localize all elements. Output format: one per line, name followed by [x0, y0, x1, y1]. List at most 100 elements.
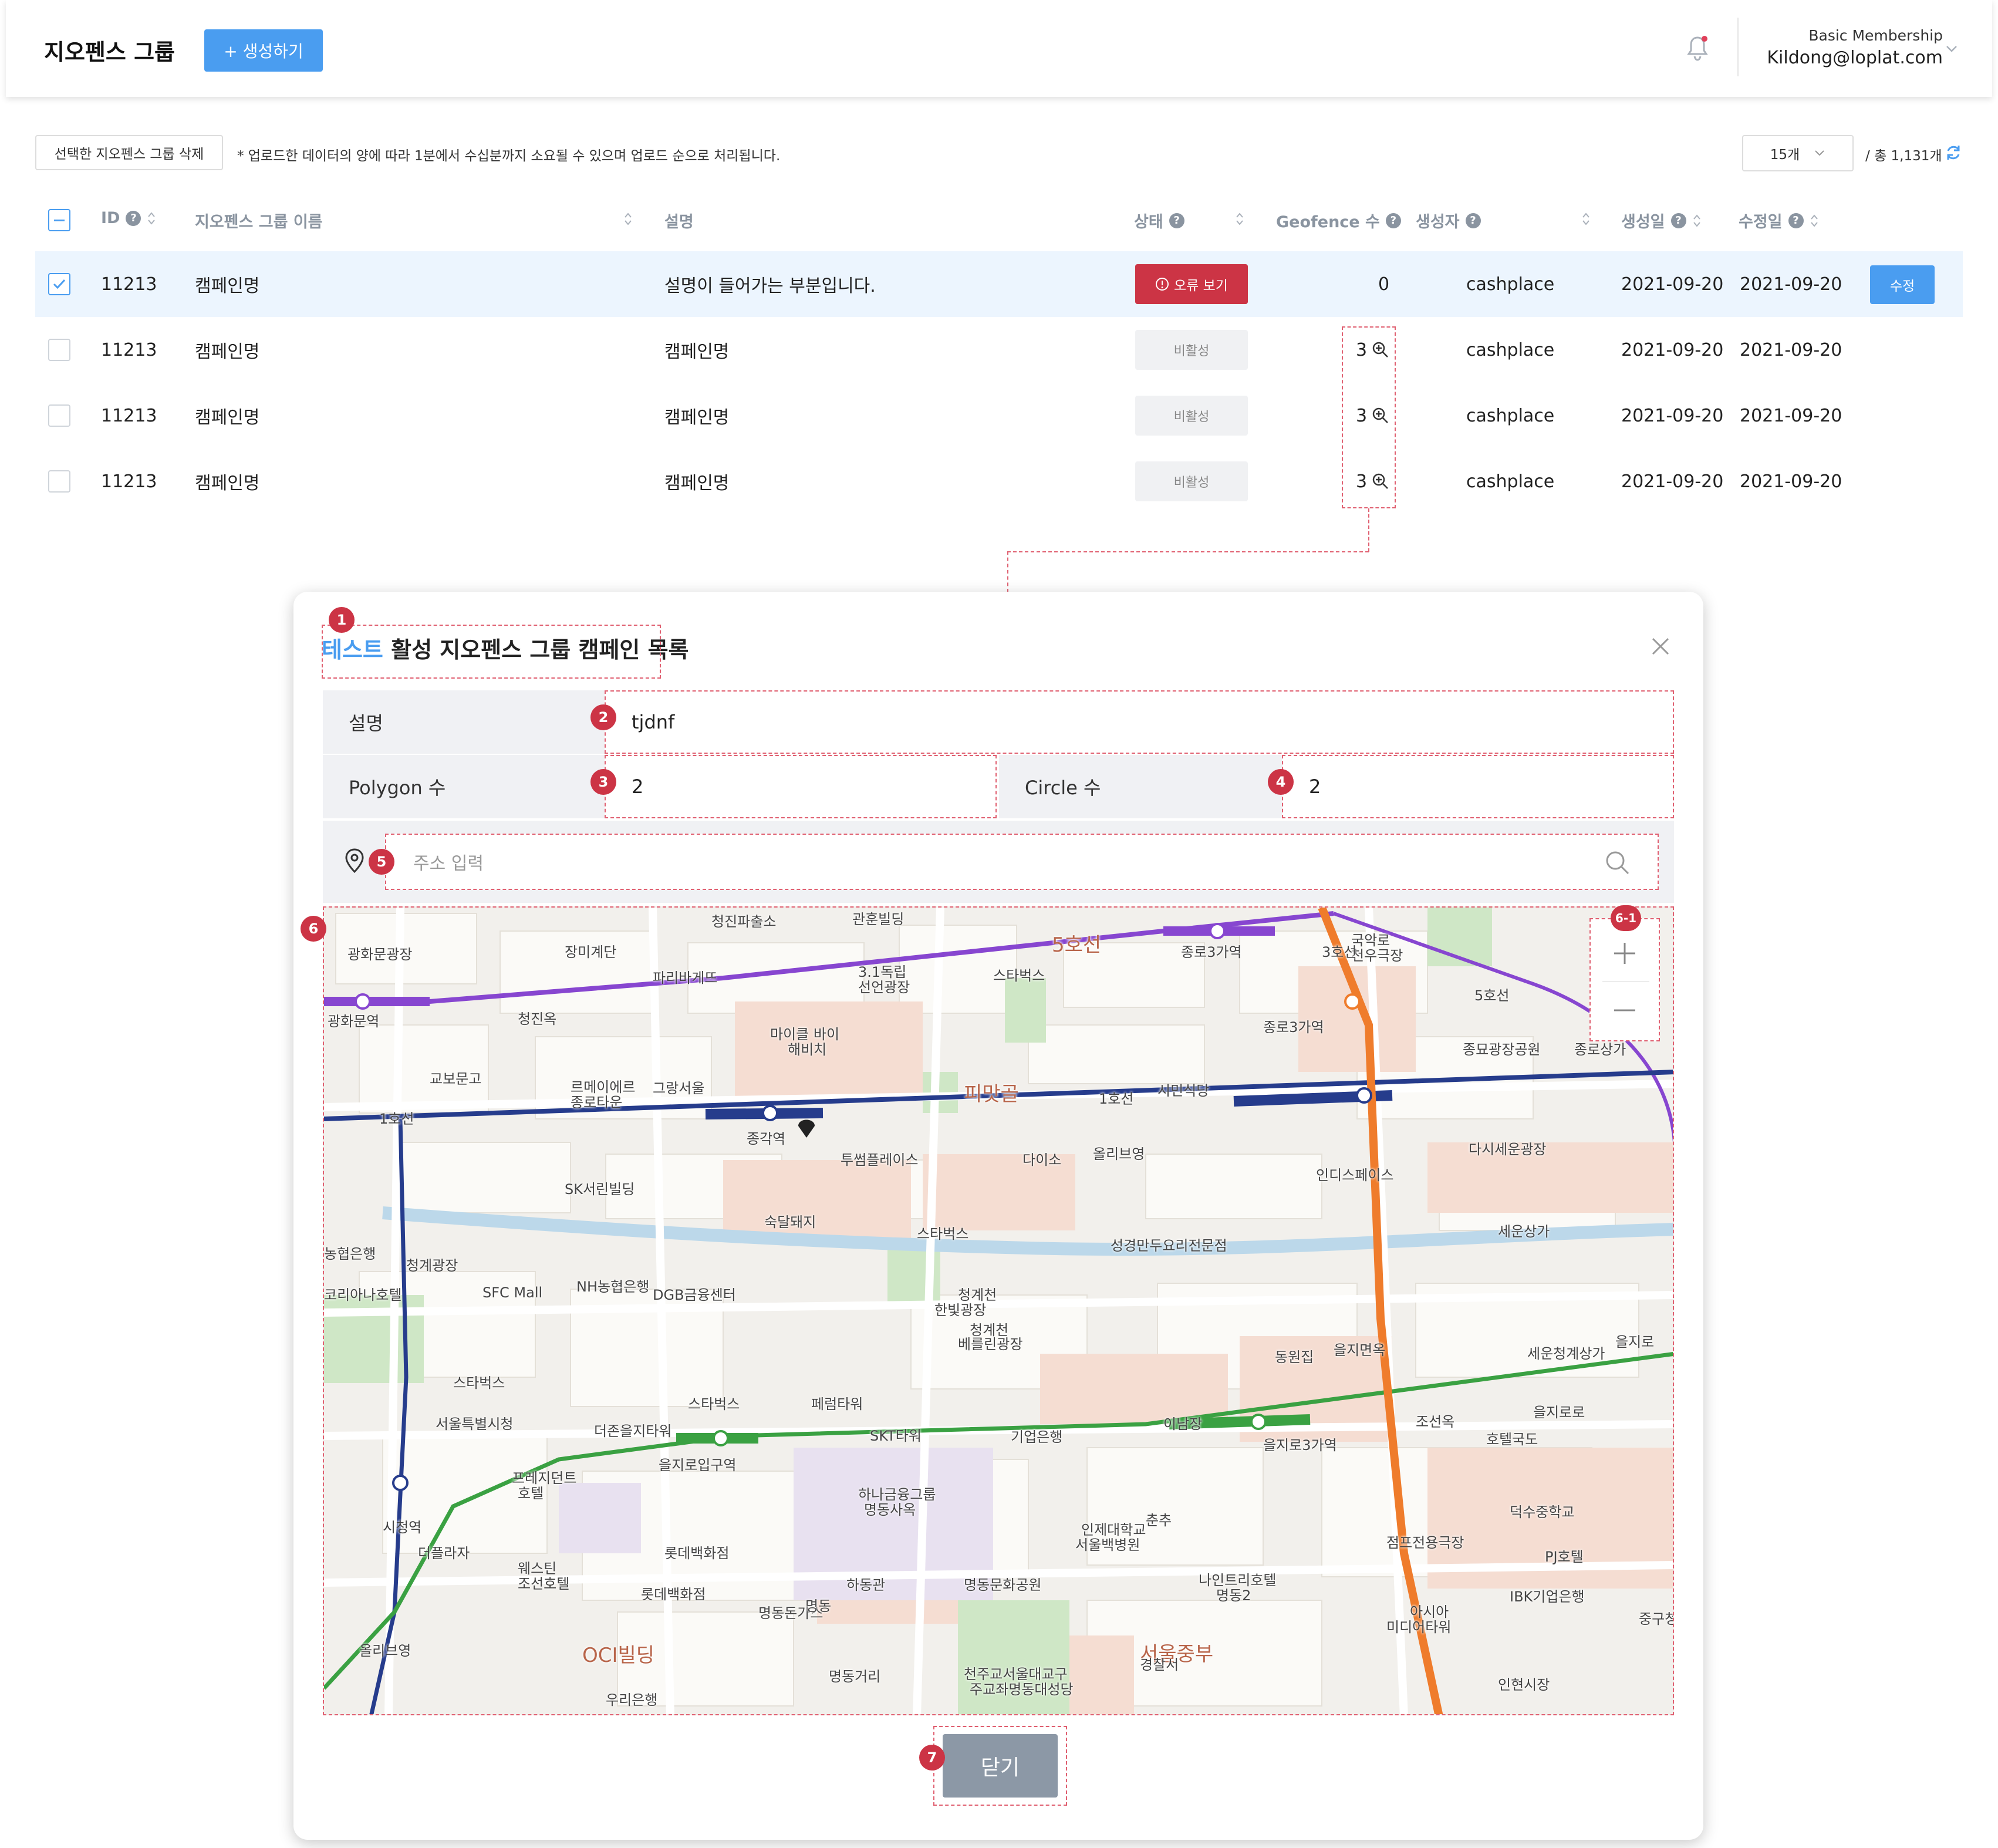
edit-button[interactable]: 수정: [1870, 265, 1935, 304]
map-label: 더존을지타워: [594, 1423, 672, 1439]
address-input[interactable]: 주소 입력: [385, 834, 1659, 890]
row-name[interactable]: 캠페인명: [195, 317, 259, 383]
map-label: 서울특별시청: [436, 1416, 514, 1432]
map-label: 을지면옥: [1334, 1342, 1386, 1358]
row-geofence-count: 0: [1378, 274, 1390, 295]
annotation-badge: 6: [301, 916, 326, 942]
help-icon[interactable]: ?: [1169, 213, 1184, 228]
map-label: 투썸플레이스: [841, 1152, 919, 1168]
row-created: 2021-09-20: [1621, 339, 1724, 360]
delete-selected-button[interactable]: 선택한 지오펜스 그룹 삭제: [35, 135, 223, 170]
status-badge: 비활성: [1135, 461, 1248, 501]
table-row[interactable]: 11213 캠페인명 캠페인명 비활성 3 cashplace 2021-09-…: [35, 448, 1963, 514]
per-page-select[interactable]: 15개: [1742, 135, 1854, 171]
zoom-out-icon[interactable]: [1612, 1007, 1638, 1013]
map-label: 덕수중학교: [1510, 1504, 1575, 1520]
sort-icon[interactable]: [623, 211, 633, 227]
map-label: 스타벅스: [688, 1396, 740, 1412]
row-description: 캠페인명: [664, 342, 730, 362]
help-icon[interactable]: ?: [1385, 213, 1401, 228]
zoom-in-icon[interactable]: [1612, 940, 1638, 966]
refresh-icon[interactable]: [1944, 143, 1963, 162]
view-error-button[interactable]: 오류 보기: [1135, 264, 1248, 304]
account-menu[interactable]: Basic Membership Kildong@loplat.com: [1767, 27, 1943, 68]
annotation-badge: 2: [590, 704, 616, 730]
map-label: 을지로입구역: [659, 1457, 737, 1473]
help-icon[interactable]: ?: [1465, 213, 1481, 228]
status-badge: 비활성: [1135, 330, 1248, 370]
map-label: 명동2: [1216, 1587, 1251, 1604]
row-name[interactable]: 캠페인명: [195, 383, 259, 448]
header-geofence-label: Geofence 수: [1276, 213, 1380, 231]
annotation-highlight: [1342, 326, 1396, 508]
map-label: 인현시장: [1498, 1677, 1550, 1693]
upload-notice: * 업로드한 데이터의 양에 따라 1분에서 수십분까지 소요될 수 있으며 업…: [237, 149, 781, 164]
help-icon[interactable]: ?: [126, 210, 141, 226]
select-all-checkbox[interactable]: [48, 209, 70, 231]
row-checkbox[interactable]: [48, 273, 70, 295]
map-label: 5호선: [1474, 987, 1510, 1004]
map-label: 청진파출소: [711, 913, 777, 930]
header-created[interactable]: 생성일 ?: [1621, 209, 1702, 232]
table-row[interactable]: 11213 캠페인명 설명이 들어가는 부분입니다. 오류 보기 0 cashp…: [35, 251, 1963, 317]
table-row[interactable]: 11213 캠페인명 캠페인명 비활성 3 cashplace 2021-09-…: [35, 383, 1963, 448]
row-created: 2021-09-20: [1621, 471, 1724, 492]
header-geofence[interactable]: Geofence 수 ?: [1276, 209, 1401, 232]
map-label: 명동사옥: [864, 1502, 916, 1518]
membership-label: Basic Membership: [1808, 27, 1943, 44]
row-created: 2021-09-20: [1621, 274, 1724, 295]
table-row[interactable]: 11213 캠페인명 캠페인명 비활성 3 cashplace 2021-09-…: [35, 317, 1963, 383]
row-checkbox[interactable]: [48, 470, 70, 493]
view-error-label: 오류 보기: [1174, 278, 1228, 294]
map-label: 미디어타워: [1386, 1619, 1452, 1635]
map-label: 명동거리: [829, 1668, 881, 1685]
help-icon[interactable]: ?: [1670, 213, 1686, 228]
map-label: 시청역: [383, 1519, 422, 1536]
map-label: 종로3가역: [1263, 1019, 1324, 1036]
header-creator[interactable]: 생성자 ?: [1416, 209, 1481, 232]
map-label: DGB금융센터: [653, 1287, 736, 1303]
header-status[interactable]: 상태 ?: [1134, 209, 1184, 232]
create-button[interactable]: + 생성하기: [204, 29, 323, 72]
map-label: 명동문화공원: [964, 1577, 1042, 1593]
total-count: / 총 1,131개: [1865, 149, 1942, 164]
row-created: 2021-09-20: [1621, 405, 1724, 426]
header-created-label: 생성일: [1621, 213, 1665, 231]
map-label: 숙달돼지: [764, 1214, 816, 1230]
map-label: 더플라자: [418, 1545, 470, 1562]
header-name[interactable]: 지오펜스 그룹 이름: [195, 209, 323, 232]
close-icon[interactable]: [1651, 636, 1670, 656]
map-canvas[interactable]: [324, 908, 1674, 1715]
header-id[interactable]: ID ?: [101, 209, 156, 227]
map-label: 을지로: [1615, 1334, 1655, 1350]
sort-icon[interactable]: [1692, 213, 1702, 228]
bell-icon[interactable]: [1686, 34, 1709, 62]
sort-icon[interactable]: [1235, 211, 1244, 227]
row-name[interactable]: 캠페인명: [195, 251, 259, 317]
map-label: 동원집: [1275, 1349, 1314, 1365]
map-label: 이남장: [1163, 1416, 1203, 1432]
sort-icon[interactable]: [147, 211, 156, 226]
search-icon[interactable]: [1605, 850, 1631, 876]
sort-icon[interactable]: [1581, 211, 1591, 227]
map-label: 청계광장: [406, 1257, 458, 1274]
header-updated[interactable]: 수정일 ?: [1739, 209, 1819, 232]
map-label: 시민식당: [1157, 1083, 1210, 1099]
sort-icon[interactable]: [1810, 213, 1819, 228]
row-checkbox[interactable]: [48, 404, 70, 427]
row-id: 11213: [101, 339, 157, 360]
map-label: 우리은행: [606, 1692, 658, 1708]
map-view[interactable]: 청진파출소 관훈빌딩 광화문광장 장미계단 파리바게뜨 3.1독립 선언광장 스타벅스 종로3가…: [323, 906, 1674, 1715]
chevron-down-icon[interactable]: [1945, 42, 1958, 55]
map-label: 베를린광장: [958, 1336, 1023, 1353]
map-label: IBK기업은행: [1510, 1589, 1585, 1605]
map-label: 종로3가역: [1181, 944, 1242, 960]
map-label: 올리브영: [359, 1643, 411, 1659]
close-button[interactable]: 닫기: [943, 1734, 1058, 1798]
row-name[interactable]: 캠페인명: [195, 448, 259, 514]
help-icon[interactable]: ?: [1788, 213, 1804, 228]
row-updated: 2021-09-20: [1740, 405, 1842, 426]
map-label: 스타벅스: [917, 1226, 969, 1242]
row-checkbox[interactable]: [48, 339, 70, 361]
map-label: 서울백병원: [1075, 1537, 1140, 1553]
